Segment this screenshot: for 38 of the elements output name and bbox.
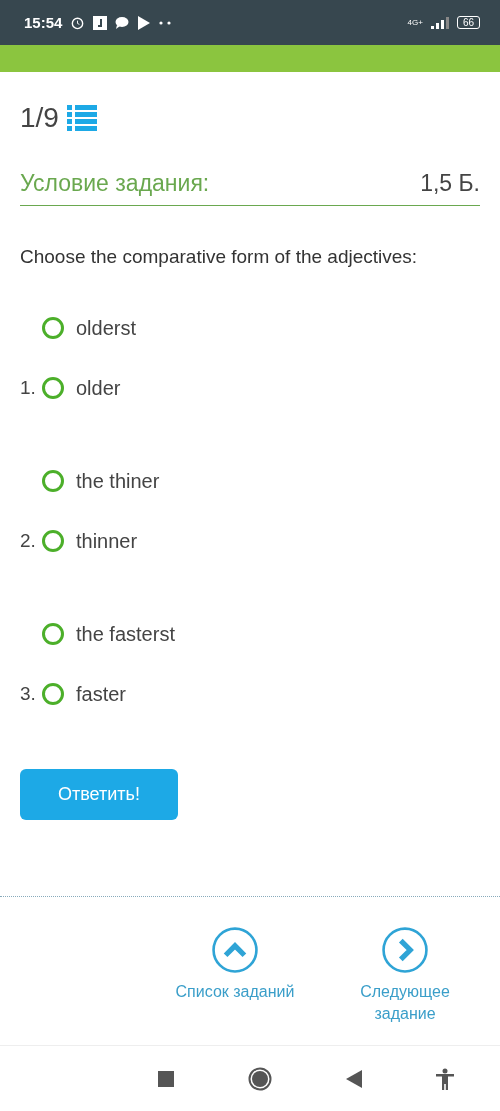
nav-link[interactable]: Следующее задание [340, 927, 470, 1045]
chat-icon [115, 16, 130, 29]
option-label: olderst [76, 316, 137, 340]
list-icon[interactable] [66, 105, 97, 131]
chevron-right-icon [382, 927, 428, 973]
play-icon [137, 14, 152, 31]
option-label: the thiner [76, 469, 160, 493]
question-counter: 1/9 [20, 102, 59, 134]
network-type: 4G+ [407, 18, 423, 27]
signal-icon [430, 16, 449, 29]
radio-button[interactable] [42, 470, 64, 492]
more-icon [159, 20, 172, 25]
nav-link[interactable]: Список заданий [170, 927, 300, 1045]
item-number: 2. [20, 530, 36, 551]
radio-button[interactable] [42, 317, 64, 339]
option-label: the fasterst [76, 622, 175, 646]
submit-button[interactable]: Ответить! [20, 769, 178, 820]
option-label: thinner [76, 529, 138, 553]
task-heading: Условие задания: [20, 170, 210, 197]
option-label: faster [76, 682, 127, 706]
item-number: 1. [20, 377, 36, 398]
item-number: 3. [20, 683, 36, 704]
radio-button[interactable] [42, 377, 64, 399]
recents-icon[interactable] [158, 1070, 174, 1087]
task-points: 1,5 Б. [420, 170, 480, 197]
alarm-icon [70, 15, 86, 30]
status-time: 15:54 [24, 14, 63, 31]
app-icon [93, 15, 108, 30]
accessibility-icon[interactable] [436, 1067, 454, 1090]
chevron-up-icon [212, 927, 258, 973]
option-label: older [76, 376, 121, 400]
back-icon[interactable] [346, 1069, 362, 1088]
battery-level: 66 [456, 16, 480, 29]
radio-button[interactable] [42, 530, 64, 552]
radio-button[interactable] [42, 623, 64, 645]
home-icon[interactable] [248, 1066, 272, 1091]
question-text: Choose the comparative form of the adjectives: [20, 246, 419, 268]
radio-button[interactable] [42, 683, 64, 705]
